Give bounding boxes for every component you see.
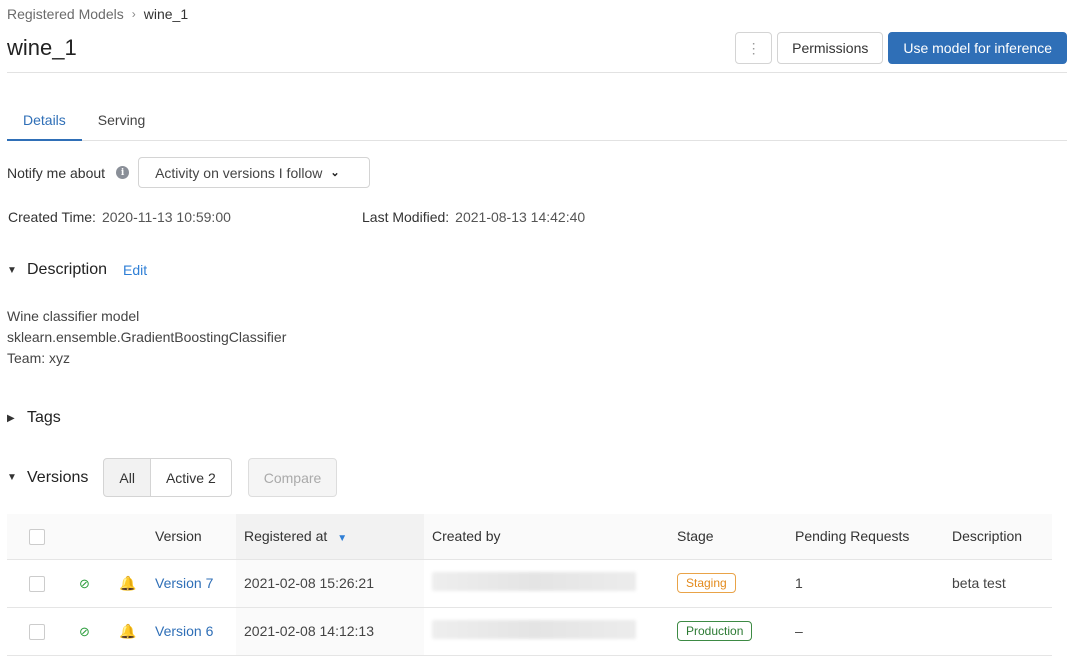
ready-check-icon: ⊘	[79, 575, 90, 591]
column-pending-requests[interactable]: Pending Requests	[787, 514, 944, 560]
row-checkbox[interactable]	[29, 623, 45, 640]
filter-all-button[interactable]: All	[103, 458, 151, 497]
description-heading: Description	[27, 261, 108, 278]
table-row: ⊘ 🔔 Version 6 2021-02-08 14:12:13 Produc…	[7, 607, 1052, 656]
description-cell: beta test	[944, 559, 1052, 608]
stage-badge: Production	[677, 621, 753, 641]
description-line: sklearn.ensemble.GradientBoostingClassif…	[7, 329, 287, 345]
tab-details[interactable]: Details	[7, 100, 82, 141]
bell-icon[interactable]: 🔔	[119, 623, 136, 639]
version-link[interactable]: Version 7	[155, 575, 213, 591]
breadcrumb: Registered Models › wine_1	[7, 6, 188, 22]
description-line: Team: xyz	[7, 350, 71, 366]
stage-badge: Staging	[677, 573, 736, 593]
tags-heading: Tags	[27, 409, 61, 426]
last-modified: Last Modified: 2021-08-13 14:42:40	[362, 209, 585, 225]
caret-down-icon[interactable]: ▼	[7, 472, 27, 483]
page-title: wine_1	[7, 35, 77, 60]
select-all-cell	[7, 514, 67, 560]
chevron-down-icon: ⌄	[330, 167, 340, 179]
table-row: ⊘ 🔔 Version 7 2021-02-08 15:26:21 Stagin…	[7, 559, 1052, 608]
pending-requests-cell: 1	[787, 559, 944, 608]
column-description[interactable]: Description	[944, 514, 1052, 560]
created-by-redacted	[432, 620, 636, 639]
tab-serving[interactable]: Serving	[82, 100, 161, 141]
registered-at-cell: 2021-02-08 15:26:21	[236, 559, 424, 608]
notify-select-value: Activity on versions I follow	[155, 164, 323, 181]
description-text: Wine classifier model sklearn.ensemble.G…	[7, 306, 286, 369]
last-modified-label: Last Modified:	[362, 209, 450, 225]
created-by-redacted	[432, 572, 636, 591]
caret-down-icon: ▼	[7, 264, 17, 276]
sort-desc-icon: ▼	[337, 533, 348, 545]
column-registered-at[interactable]: Registered at ▼	[236, 514, 424, 560]
version-link[interactable]: Version 6	[155, 623, 213, 639]
table-header-row: Version Registered at ▼ Created by Stage …	[7, 514, 1052, 560]
divider	[7, 72, 1067, 73]
tags-section-header[interactable]: ▶ Tags	[7, 409, 61, 427]
registered-at-cell: 2021-02-08 14:12:13	[236, 607, 424, 656]
more-options-button[interactable]: ⋮	[735, 32, 773, 64]
column-created-by[interactable]: Created by	[424, 514, 669, 560]
model-page: Registered Models › wine_1 wine_1 ⋮ Perm…	[0, 0, 1073, 656]
pending-requests-cell: –	[787, 607, 944, 656]
bell-icon[interactable]: 🔔	[119, 575, 136, 591]
use-model-for-inference-button[interactable]: Use model for inference	[888, 32, 1067, 64]
column-stage[interactable]: Stage	[669, 514, 787, 560]
column-version[interactable]: Version	[147, 514, 236, 560]
last-modified-value: 2021-08-13 14:42:40	[455, 209, 586, 225]
tabs: Details Serving	[7, 100, 1067, 141]
kebab-icon: ⋮	[746, 39, 761, 56]
versions-table: Version Registered at ▼ Created by Stage …	[7, 514, 1052, 656]
created-time-value: 2020-11-13 10:59:00	[101, 209, 231, 225]
breadcrumb-registered-models[interactable]: Registered Models	[7, 6, 124, 22]
compare-button[interactable]: Compare	[247, 458, 338, 497]
select-all-checkbox[interactable]	[29, 528, 45, 545]
notify-row: Notify me about i Activity on versions I…	[7, 157, 371, 188]
caret-right-icon: ▶	[7, 412, 15, 424]
permissions-button[interactable]: Permissions	[777, 32, 884, 64]
ready-check-icon: ⊘	[79, 623, 90, 639]
edit-description-link[interactable]: Edit	[123, 262, 147, 278]
description-line: Wine classifier model	[7, 308, 140, 324]
row-checkbox[interactable]	[29, 575, 45, 592]
created-time: Created Time: 2020-11-13 10:59:00	[8, 209, 231, 225]
description-section-header[interactable]: ▼ Description Edit	[7, 261, 147, 279]
notify-label: Notify me about	[7, 164, 106, 181]
versions-heading: Versions	[27, 468, 89, 486]
filter-active-button[interactable]: Active 2	[150, 458, 232, 497]
breadcrumb-current: wine_1	[143, 6, 189, 22]
description-cell	[944, 607, 1052, 656]
created-time-label: Created Time:	[8, 209, 96, 225]
versions-filter: All Active 2	[103, 458, 232, 497]
notify-select[interactable]: Activity on versions I follow ⌄	[138, 157, 371, 188]
header-actions: ⋮ Permissions Use model for inference	[735, 32, 1067, 64]
chevron-right-icon: ›	[131, 7, 136, 21]
versions-section-header: ▼ Versions All Active 2 Compare	[7, 458, 338, 497]
info-icon[interactable]: i	[116, 166, 130, 179]
